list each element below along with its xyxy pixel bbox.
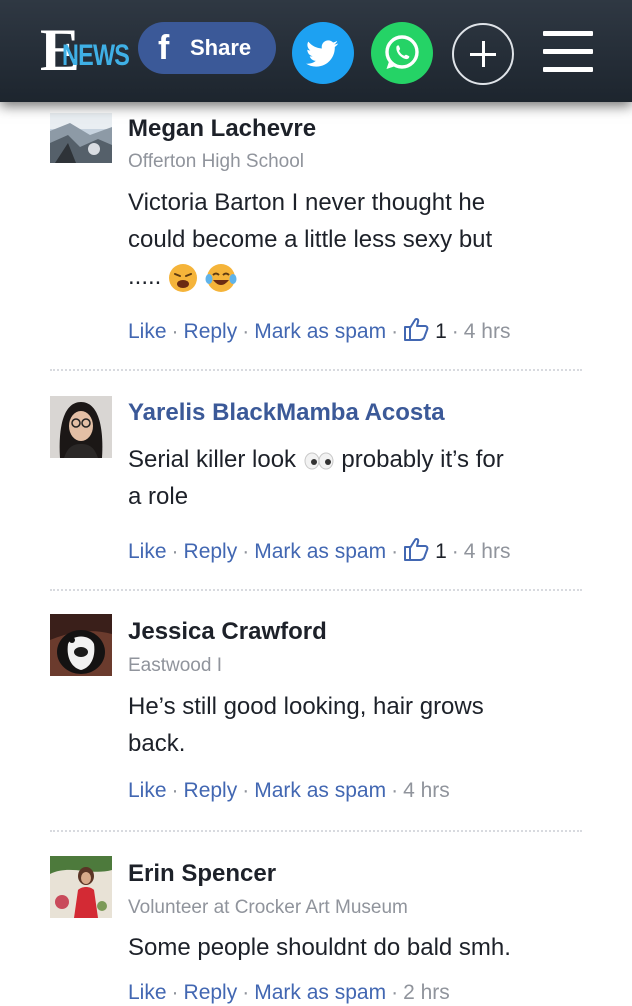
- tired-face-emoji: [169, 263, 198, 292]
- comment-author[interactable]: Erin Spencer: [128, 860, 276, 888]
- author-subtitle: Offerton High School: [128, 151, 305, 172]
- comment-text: He’s still good looking, hair grows back…: [128, 688, 578, 762]
- comment-text-line: back.: [128, 730, 186, 757]
- comment-author[interactable]: Yarelis BlackMamba Acosta: [128, 399, 445, 427]
- comment-text-line: Serial killer look probably it’s for: [128, 446, 504, 473]
- more-share-button[interactable]: [452, 23, 514, 85]
- hamburger-menu-icon[interactable]: [543, 31, 593, 73]
- mark-as-spam-link[interactable]: Mark as spam: [254, 981, 386, 1004]
- timestamp[interactable]: 4 hrs: [464, 540, 511, 563]
- comment-actions: Like · Reply · Mark as spam · 1 · 4 hrs: [128, 537, 510, 565]
- comment-actions: Like · Reply · Mark as spam · 4 hrs: [128, 779, 450, 802]
- avatar-image: [50, 113, 112, 163]
- timestamp[interactable]: 4 hrs: [464, 320, 511, 343]
- comment-divider: [50, 369, 582, 371]
- author-subtitle: Volunteer at Crocker Art Museum: [128, 897, 408, 918]
- like-link[interactable]: Like: [128, 320, 167, 343]
- comment-text-line: He’s still good looking, hair grows: [128, 693, 484, 720]
- mark-as-spam-link[interactable]: Mark as spam: [254, 320, 386, 343]
- reply-link[interactable]: Reply: [184, 540, 238, 563]
- twitter-share-button[interactable]: [292, 22, 354, 84]
- eyes-emoji: [304, 452, 334, 470]
- timestamp[interactable]: 2 hrs: [403, 981, 450, 1004]
- comment-divider: [50, 589, 582, 591]
- like-link[interactable]: Like: [128, 540, 167, 563]
- comment-text-line: .....: [128, 258, 578, 295]
- avatar[interactable]: [50, 856, 112, 918]
- comment-author[interactable]: Jessica Crawford: [128, 618, 327, 646]
- reply-link[interactable]: Reply: [184, 320, 238, 343]
- comment-text: Victoria Barton I never thought he could…: [128, 184, 578, 295]
- timestamp[interactable]: 4 hrs: [403, 779, 450, 802]
- author-subtitle: Eastwood I: [128, 655, 222, 676]
- mark-as-spam-link[interactable]: Mark as spam: [254, 779, 386, 802]
- whatsapp-icon: [385, 35, 419, 69]
- comment-actions: Like · Reply · Mark as spam · 2 hrs: [128, 981, 450, 1004]
- top-navigation-bar: E NEWS f Share: [0, 0, 632, 102]
- reply-link[interactable]: Reply: [184, 779, 238, 802]
- like-link[interactable]: Like: [128, 779, 167, 802]
- avatar-image: [50, 614, 112, 676]
- whatsapp-share-button[interactable]: [371, 22, 433, 84]
- reply-link[interactable]: Reply: [184, 981, 238, 1004]
- avatar[interactable]: [50, 614, 112, 676]
- like-link[interactable]: Like: [128, 981, 167, 1004]
- comment-text: Serial killer look probably it’s for a r…: [128, 441, 578, 515]
- avatar-image: [50, 856, 112, 918]
- facebook-icon: f: [158, 29, 170, 67]
- like-count: 1: [435, 540, 447, 563]
- comment-actions: Like · Reply · Mark as spam · 1 · 4 hrs: [128, 317, 510, 345]
- comment-text-line: could become a little less sexy but: [128, 226, 493, 253]
- twitter-icon: [306, 40, 339, 67]
- avatar[interactable]: [50, 113, 112, 163]
- comment-author[interactable]: Megan Lachevre: [128, 115, 316, 143]
- avatar[interactable]: [50, 396, 112, 458]
- share-label: Share: [190, 35, 252, 60]
- comment-divider: [50, 830, 582, 832]
- facebook-share-button[interactable]: f Share: [138, 22, 276, 74]
- comment-text: Some people shouldnt do bald smh.: [128, 929, 578, 966]
- thumbs-up-icon: [404, 537, 429, 561]
- comment-text-line: a role: [128, 483, 189, 510]
- logo-news-text: NEWS: [62, 39, 130, 72]
- comment-text-line: Victoria Barton I never thought he: [128, 189, 486, 216]
- comment-text-line: Some people shouldnt do bald smh.: [128, 934, 511, 961]
- mark-as-spam-link[interactable]: Mark as spam: [254, 540, 386, 563]
- tears-of-joy-emoji: [205, 263, 237, 292]
- avatar-image: [50, 396, 112, 458]
- like-count: 1: [435, 320, 447, 343]
- thumbs-up-icon: [404, 317, 429, 341]
- enews-logo[interactable]: E NEWS: [40, 20, 130, 84]
